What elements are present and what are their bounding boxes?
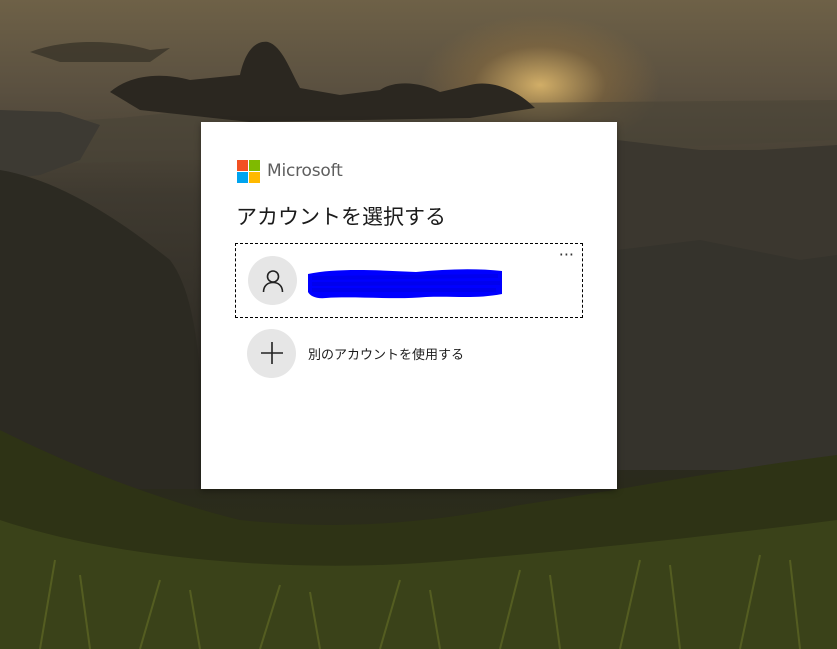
use-another-account-button[interactable]: 別のアカウントを使用する (247, 328, 464, 378)
account-picker-dialog: Microsoft アカウントを選択する ··· 別のアカウントを使用する (201, 122, 617, 489)
microsoft-brand: Microsoft (237, 159, 343, 183)
plus-icon (260, 342, 283, 364)
microsoft-logo-icon (237, 159, 260, 183)
avatar (248, 256, 297, 305)
brand-name: Microsoft (267, 161, 343, 181)
more-options-button[interactable]: ··· (559, 247, 574, 263)
redacted-account-name (308, 269, 502, 299)
plus-circle (247, 328, 296, 378)
logo-square-red (237, 159, 248, 171)
account-tile[interactable]: ··· (235, 243, 583, 318)
dialog-title: アカウントを選択する (236, 205, 446, 229)
person-icon (262, 269, 283, 292)
use-another-account-label: 別のアカウントを使用する (308, 347, 465, 363)
logo-square-yellow (249, 171, 260, 183)
logo-square-green (249, 159, 260, 171)
logo-square-blue (237, 171, 248, 183)
